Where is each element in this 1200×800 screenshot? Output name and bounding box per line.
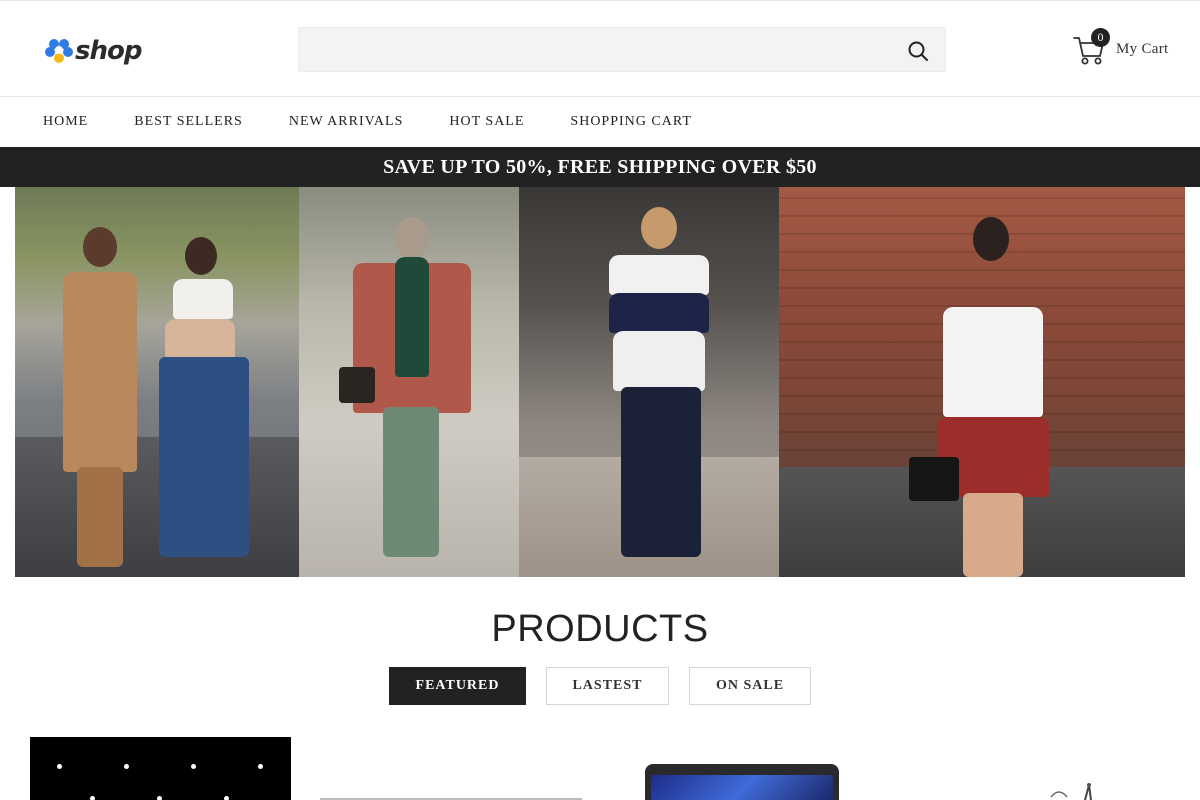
nav-item-hot-sale[interactable]: HOT SALE [449,114,524,130]
search-bar [298,27,946,72]
site-logo[interactable]: shop [44,36,142,66]
search-button[interactable] [905,38,931,64]
hero-photo-3 [519,187,779,577]
hero-photo-4 [779,187,1185,577]
site-header: shop 0 My Cart [0,0,1200,97]
nav-item-home[interactable]: HOME [43,114,88,130]
cart-label: My Cart [1116,40,1169,57]
logo-text: shop [75,36,142,66]
nav-item-new-arrivals[interactable]: NEW ARRIVALS [289,114,404,130]
product-image-1[interactable] [30,737,291,800]
cart-icon: 0 [1072,28,1110,66]
logo-icon [44,36,74,66]
hero-banner-image[interactable] [15,187,1185,577]
tab-lastest[interactable]: LASTEST [546,667,669,705]
product-tabs: FEATURED LASTEST ON SALE [389,667,831,705]
search-icon [908,41,928,61]
product-image-3[interactable] [643,737,841,800]
nav-item-shopping-cart[interactable]: SHOPPING CART [570,114,691,130]
tab-featured[interactable]: FEATURED [389,667,526,705]
product-image-2[interactable] [320,737,582,800]
products-heading: PRODUCTS [491,608,709,650]
product-image-4[interactable] [1045,737,1105,800]
search-input[interactable] [299,28,945,71]
promo-banner: SAVE UP TO 50%, FREE SHIPPING OVER $50 [0,147,1200,187]
tab-on-sale[interactable]: ON SALE [689,667,811,705]
cart-count-badge: 0 [1091,28,1110,47]
main-nav: HOME BEST SELLERS NEW ARRIVALS HOT SALE … [0,97,1200,147]
hero-photo-2 [299,187,519,577]
nav-item-best-sellers[interactable]: BEST SELLERS [134,114,243,130]
hero-photo-1 [15,187,299,577]
cart-button[interactable]: 0 My Cart [1072,28,1169,67]
